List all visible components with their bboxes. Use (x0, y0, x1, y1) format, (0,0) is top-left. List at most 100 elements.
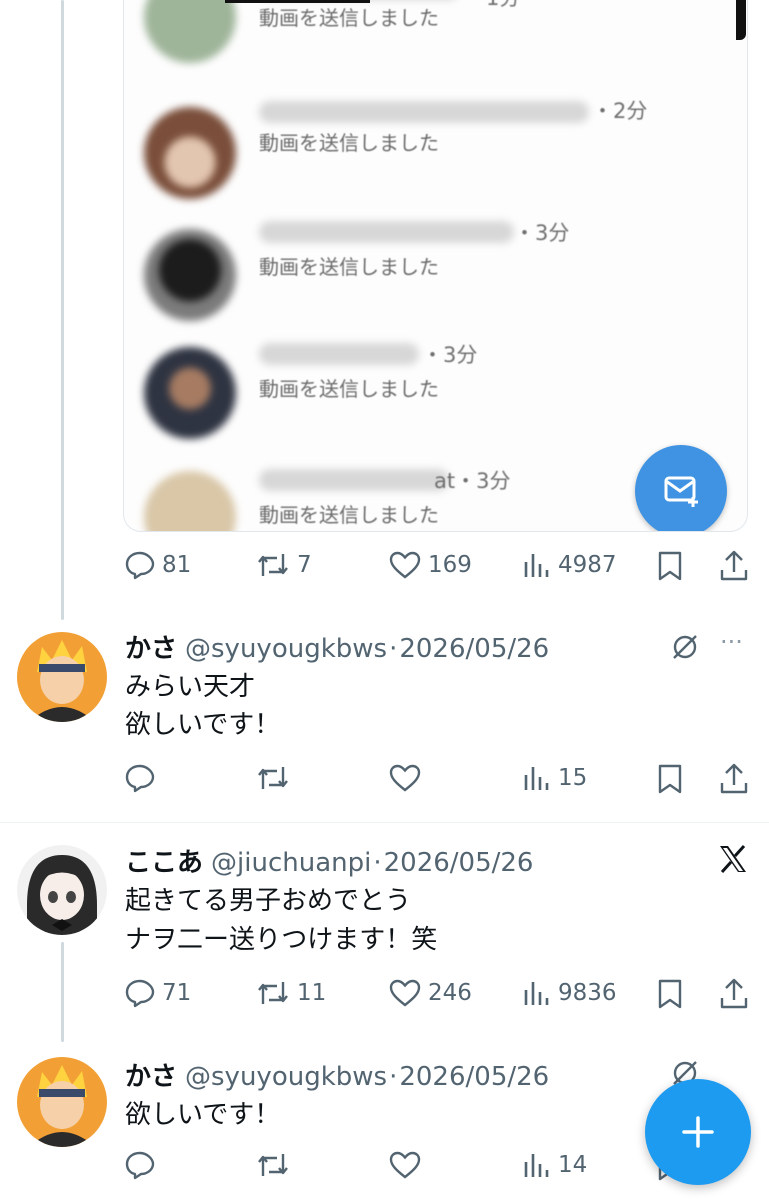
tweet-header: かさ @syuyougkbws · 2026/05/26 (125, 1056, 549, 1093)
bookmark-icon (658, 551, 682, 581)
dm-time: 1分 (486, 0, 520, 12)
like-button[interactable]: 246 (388, 978, 472, 1008)
username[interactable]: @syuyougkbws (185, 1062, 387, 1092)
retweet-icon (258, 982, 288, 1004)
reply-count: 71 (162, 980, 192, 1006)
timestamp[interactable]: 2026/05/26 (399, 1062, 549, 1092)
display-name[interactable]: かさ (125, 1056, 177, 1093)
retweet-button[interactable] (255, 763, 291, 793)
views-icon (524, 767, 549, 790)
dm-avatar (144, 107, 236, 199)
views-count: 9836 (558, 980, 617, 1006)
views-icon (524, 554, 549, 577)
retweet-icon (258, 1154, 288, 1176)
tweet-header: ここあ @jiuchuanpi · 2026/05/26 (125, 842, 533, 879)
dm-avatar (144, 471, 236, 531)
separator-dot: · (389, 634, 398, 664)
views-count: 4987 (558, 552, 617, 578)
tweet-header: かさ @syuyougkbws · 2026/05/26 (125, 628, 549, 665)
views-button[interactable]: 4987 (522, 550, 617, 580)
dm-name-redacted (259, 469, 449, 491)
username[interactable]: @syuyougkbws (185, 634, 387, 664)
views-button[interactable]: 15 (522, 763, 587, 793)
thread-line-middle (61, 942, 64, 1042)
views-count: 15 (558, 765, 588, 791)
heart-icon (389, 1151, 421, 1179)
dm-avatar (144, 0, 236, 63)
avatar[interactable] (17, 845, 107, 935)
tweet-text-line: ナヲ二ー送りつけます！笑 (125, 925, 438, 955)
share-icon (720, 550, 748, 581)
bookmark-button[interactable] (656, 763, 684, 795)
display-name[interactable]: ここあ (125, 842, 203, 879)
avatar[interactable] (17, 1057, 107, 1147)
like-count: 246 (428, 980, 472, 1006)
username[interactable]: @jiuchuanpi (211, 848, 371, 878)
timestamp[interactable]: 2026/05/26 (399, 634, 549, 664)
thread-line-top (61, 0, 64, 620)
dm-name-redacted (259, 343, 419, 365)
x-logo-icon (717, 843, 749, 879)
like-button[interactable] (388, 763, 422, 793)
timestamp[interactable]: 2026/05/26 (384, 848, 534, 878)
views-count: 14 (558, 1152, 588, 1178)
reply-button[interactable] (124, 1150, 156, 1180)
dm-name-redacted (259, 221, 514, 243)
heart-icon (389, 551, 421, 579)
views-button[interactable]: 14 (522, 1150, 587, 1180)
retweet-button[interactable] (255, 1150, 291, 1180)
bookmark-icon (658, 979, 682, 1009)
dm-avatar (144, 347, 236, 439)
dm-row: ・2分 動画を送信しました (124, 99, 747, 219)
dm-time: ・3分 (514, 221, 570, 245)
reply-icon (125, 1151, 155, 1180)
tweet-text-line: 起きてる男子おめでとう (125, 886, 412, 916)
retweet-count: 7 (297, 552, 312, 578)
bookmark-icon (658, 764, 682, 794)
reply-button[interactable]: 71 (124, 978, 191, 1008)
reply-button[interactable] (124, 763, 156, 793)
more-options-button[interactable]: ··· (720, 628, 743, 656)
reply-icon (125, 764, 155, 793)
heart-icon (389, 764, 421, 792)
views-button[interactable]: 9836 (522, 978, 617, 1008)
dm-row: 1分 動画を送信しました (124, 0, 747, 86)
dm-time: at・3分 (434, 469, 511, 493)
like-button[interactable] (388, 1150, 422, 1180)
dm-message: 動画を送信しました (259, 6, 439, 30)
like-count: 169 (428, 552, 472, 578)
display-name[interactable]: かさ (125, 628, 177, 665)
new-message-icon (635, 445, 727, 531)
share-button[interactable] (719, 978, 749, 1010)
avatar[interactable] (17, 632, 107, 722)
card-edge-fragment (736, 0, 746, 40)
retweet-button[interactable]: 11 (255, 978, 326, 1008)
share-button[interactable] (719, 763, 749, 795)
share-icon (720, 763, 748, 794)
reply-button[interactable]: 81 (124, 550, 191, 580)
dm-message: 動画を送信しました (259, 255, 439, 279)
tweet-text-line: 欲しいです！ (125, 1100, 281, 1130)
dm-name-redacted (259, 101, 589, 123)
views-icon (524, 1154, 549, 1177)
reply-count: 81 (162, 552, 192, 578)
bookmark-button[interactable] (656, 978, 684, 1010)
tweet-text-line: 欲しいです！ (125, 710, 281, 740)
dm-row: ・3分 動画を送信しました (124, 221, 747, 343)
plus-icon (682, 1116, 714, 1148)
status-bar-fragment (225, 0, 370, 3)
grok-icon[interactable] (670, 632, 700, 666)
views-icon (524, 982, 549, 1005)
compose-button[interactable] (645, 1079, 751, 1185)
retweet-button[interactable]: 7 (255, 550, 312, 580)
retweet-icon (258, 767, 288, 789)
dm-avatar (144, 229, 236, 321)
like-button[interactable]: 169 (388, 550, 472, 580)
divider (0, 822, 769, 823)
dm-message: 動画を送信しました (259, 377, 439, 401)
retweet-icon (258, 554, 288, 576)
bookmark-button[interactable] (656, 550, 684, 582)
dm-time: ・3分 (422, 343, 478, 367)
share-button[interactable] (719, 550, 749, 582)
embedded-dm-screenshot[interactable]: 1分 動画を送信しました ・2分 動画を送信しました ・3分 動画を送信しました… (123, 0, 748, 532)
